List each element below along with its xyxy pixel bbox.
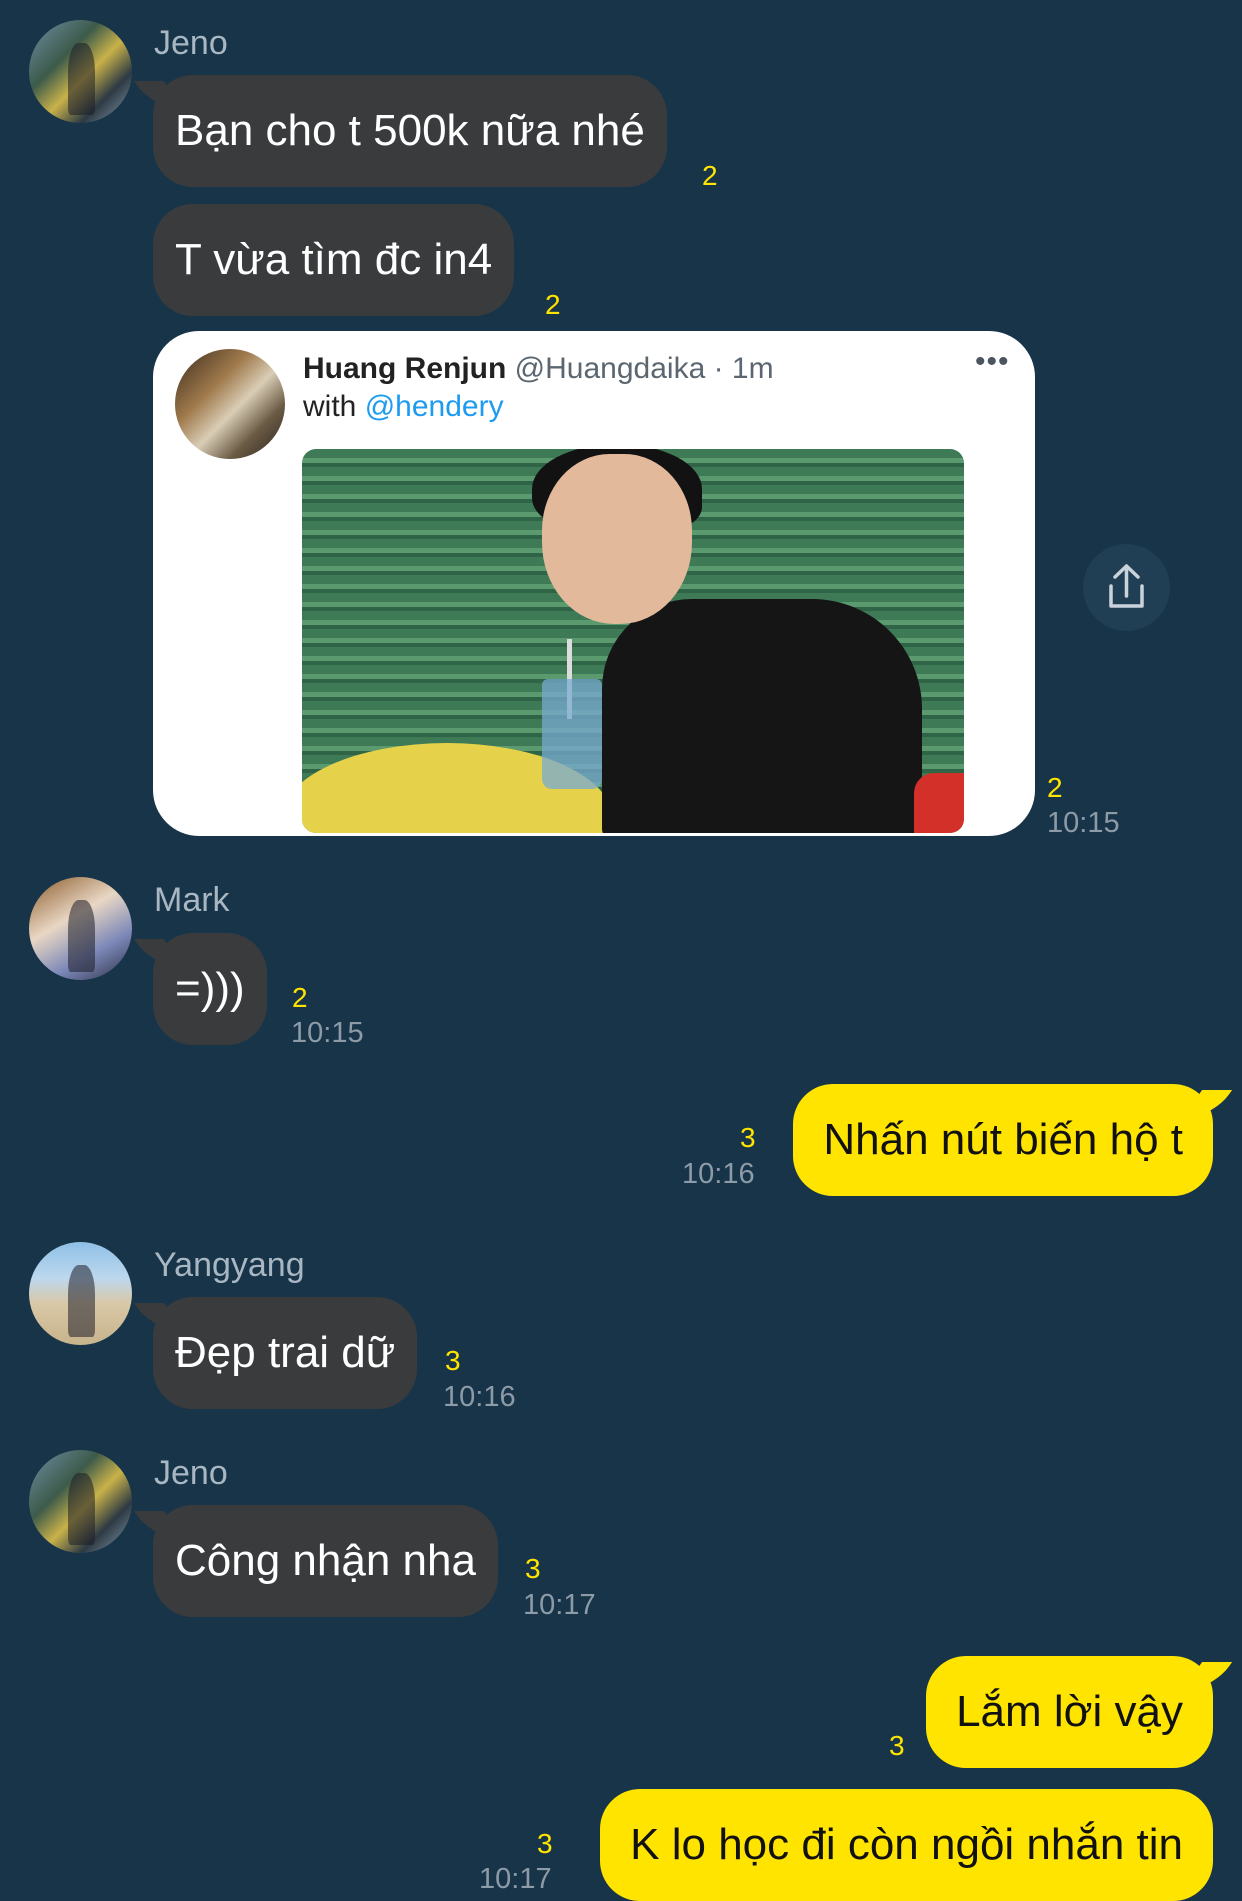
tweet-author-avatar <box>175 349 285 459</box>
unread-count: 3 <box>537 1828 553 1859</box>
message-text: =))) <box>175 964 245 1013</box>
bubble-tail <box>1183 1090 1233 1116</box>
avatar-mark[interactable] <box>29 877 132 980</box>
photo-cup <box>542 679 602 789</box>
tweet-photo[interactable] <box>302 449 964 833</box>
message-bubble[interactable]: T vừa tìm đc in4 <box>153 204 515 316</box>
message-bubble[interactable]: Công nhận nha <box>133 1505 498 1617</box>
message-time: 10:17 <box>479 1863 552 1895</box>
share-button[interactable] <box>1083 544 1170 631</box>
unread-count: 2 <box>702 160 718 191</box>
bubble-tail <box>133 1511 183 1537</box>
bubble-tail <box>133 939 183 965</box>
tweet-author-name: Huang Renjun <box>303 352 507 385</box>
message-time: 10:16 <box>443 1381 516 1413</box>
bubble-tail <box>1183 1662 1233 1688</box>
photo-stool <box>914 773 964 833</box>
message-text: Đẹp trai dữ <box>175 1328 396 1377</box>
tweet-handle: @Huangdaika · 1m <box>514 352 774 385</box>
message-bubble-outgoing[interactable]: Lắm lời vậy <box>926 1656 1233 1768</box>
avatar-figure <box>68 1472 95 1545</box>
unread-count: 3 <box>445 1345 461 1376</box>
message-text: Bạn cho t 500k nữa nhé <box>175 106 645 155</box>
tweet-author: Huang Renjun @Huangdaika · 1m <box>303 349 774 389</box>
avatar-jeno[interactable] <box>29 20 132 123</box>
unread-count: 3 <box>889 1730 905 1761</box>
message-bubble-outgoing[interactable]: K lo học đi còn ngồi nhắn tin <box>600 1789 1213 1901</box>
message-text: Lắm lời vậy <box>956 1687 1183 1736</box>
shared-tweet-card[interactable]: Huang Renjun @Huangdaika · 1m with @hend… <box>153 331 1035 836</box>
sender-name: Jeno <box>154 1454 228 1492</box>
sender-name: Yangyang <box>154 1246 305 1284</box>
message-time: 10:17 <box>523 1589 596 1621</box>
photo-face <box>542 454 692 624</box>
message-text: K lo học đi còn ngồi nhắn tin <box>630 1820 1183 1869</box>
unread-count: 2 <box>545 289 561 320</box>
tweet-with-line: with @hendery <box>303 387 504 427</box>
bubble-tail <box>133 1303 183 1329</box>
message-text: Công nhận nha <box>175 1536 476 1585</box>
sender-name: Mark <box>154 881 230 919</box>
message-time: 10:15 <box>1047 807 1120 839</box>
unread-count: 3 <box>525 1553 541 1584</box>
avatar-figure <box>68 42 95 115</box>
message-text: Nhấn nút biến hộ t <box>823 1115 1183 1164</box>
message-bubble[interactable]: =))) <box>133 933 267 1045</box>
message-time: 10:15 <box>291 1017 364 1049</box>
photo-person <box>602 599 922 833</box>
avatar-figure <box>68 1264 95 1337</box>
share-icon <box>1109 564 1144 608</box>
more-options-icon[interactable]: ••• <box>975 345 1010 379</box>
bubble-tail <box>133 81 183 107</box>
message-text: T vừa tìm đc in4 <box>175 235 493 284</box>
message-time: 10:16 <box>682 1158 755 1190</box>
avatar-figure <box>68 899 95 972</box>
unread-count: 2 <box>1047 772 1063 803</box>
unread-count: 3 <box>740 1122 756 1153</box>
message-bubble-outgoing[interactable]: Nhấn nút biến hộ t <box>793 1084 1233 1196</box>
tweet-mention[interactable]: @hendery <box>365 390 504 423</box>
message-bubble[interactable]: Bạn cho t 500k nữa nhé <box>133 75 667 187</box>
message-bubble[interactable]: Đẹp trai dữ <box>133 1297 418 1409</box>
sender-name: Jeno <box>154 24 228 62</box>
avatar-yangyang[interactable] <box>29 1242 132 1345</box>
unread-count: 2 <box>292 982 308 1013</box>
avatar-jeno[interactable] <box>29 1450 132 1553</box>
tweet-with-label: with <box>303 390 357 423</box>
